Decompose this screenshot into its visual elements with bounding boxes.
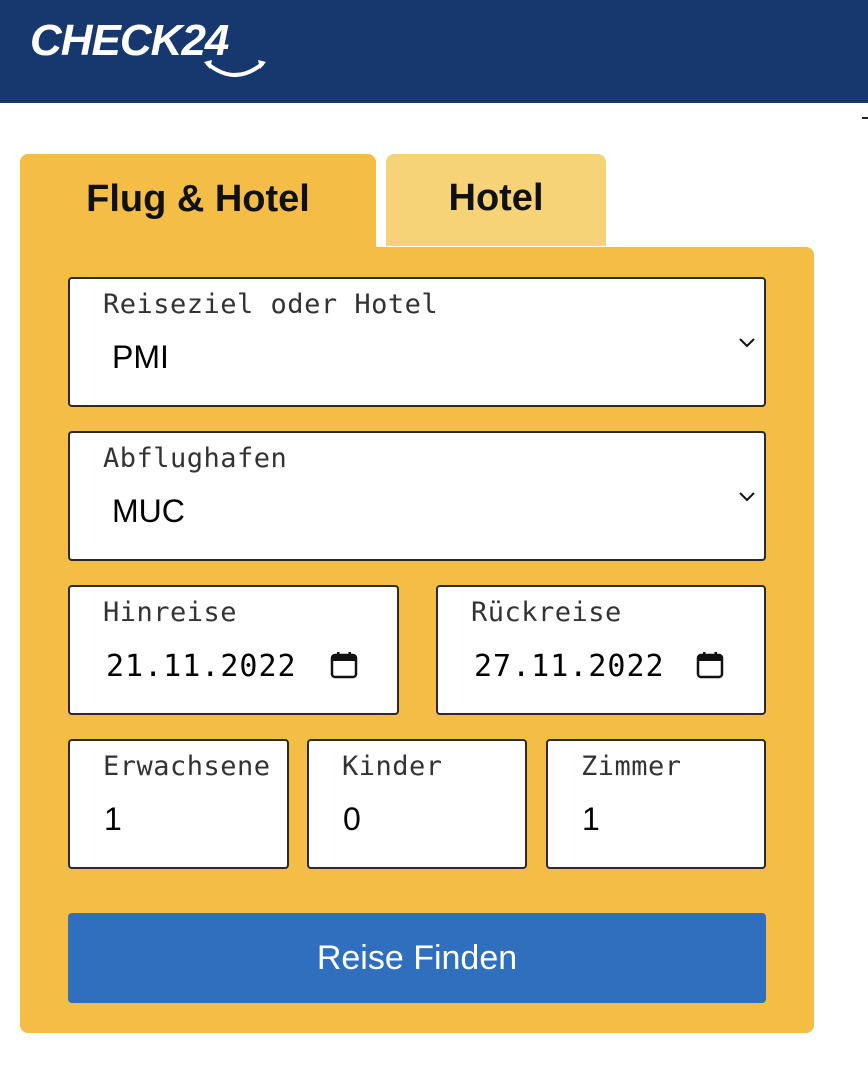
calendar-icon[interactable]	[696, 651, 724, 679]
divider	[862, 117, 868, 119]
children-value: 0	[343, 801, 361, 837]
adults-label: Erwachsene	[103, 751, 271, 782]
search-trip-button[interactable]: Reise Finden	[68, 913, 766, 1003]
rooms-label: Zimmer	[581, 751, 682, 782]
children-label: Kinder	[342, 751, 443, 782]
destination-label: Reiseziel oder Hotel	[103, 289, 439, 320]
chevron-down-icon	[739, 492, 755, 502]
departure-airport-select[interactable]: Abflughafen MUC	[68, 431, 766, 561]
adults-value: 1	[104, 801, 122, 837]
outbound-date-field[interactable]: Hinreise 21.11.2022	[68, 585, 399, 715]
rooms-input[interactable]: Zimmer 1	[546, 739, 766, 869]
calendar-icon[interactable]	[330, 651, 358, 679]
check24-logo[interactable]: CHECK24	[30, 14, 280, 84]
logo-smile-arrow-icon	[204, 60, 266, 77]
adults-input[interactable]: Erwachsene 1	[68, 739, 289, 869]
rooms-value: 1	[582, 801, 600, 837]
tab-flug-hotel[interactable]: Flug & Hotel	[20, 154, 376, 248]
logo-text: CHECK24	[30, 16, 229, 65]
return-label: Rückreise	[471, 597, 622, 628]
tab-label: Hotel	[448, 176, 544, 219]
return-date-field[interactable]: Rückreise 27.11.2022	[436, 585, 766, 715]
outbound-date-value: 21.11.2022	[106, 649, 297, 684]
tab-hotel[interactable]: Hotel	[386, 154, 606, 246]
destination-select[interactable]: Reiseziel oder Hotel PMI	[68, 277, 766, 407]
outbound-label: Hinreise	[103, 597, 238, 628]
return-date-value: 27.11.2022	[474, 649, 665, 684]
departure-airport-label: Abflughafen	[103, 443, 288, 474]
departure-airport-value: MUC	[112, 493, 185, 529]
destination-value: PMI	[112, 339, 169, 375]
site-header: CHECK24	[0, 0, 868, 103]
chevron-down-icon	[739, 338, 755, 348]
children-input[interactable]: Kinder 0	[307, 739, 527, 869]
tab-label: Flug & Hotel	[86, 177, 310, 220]
